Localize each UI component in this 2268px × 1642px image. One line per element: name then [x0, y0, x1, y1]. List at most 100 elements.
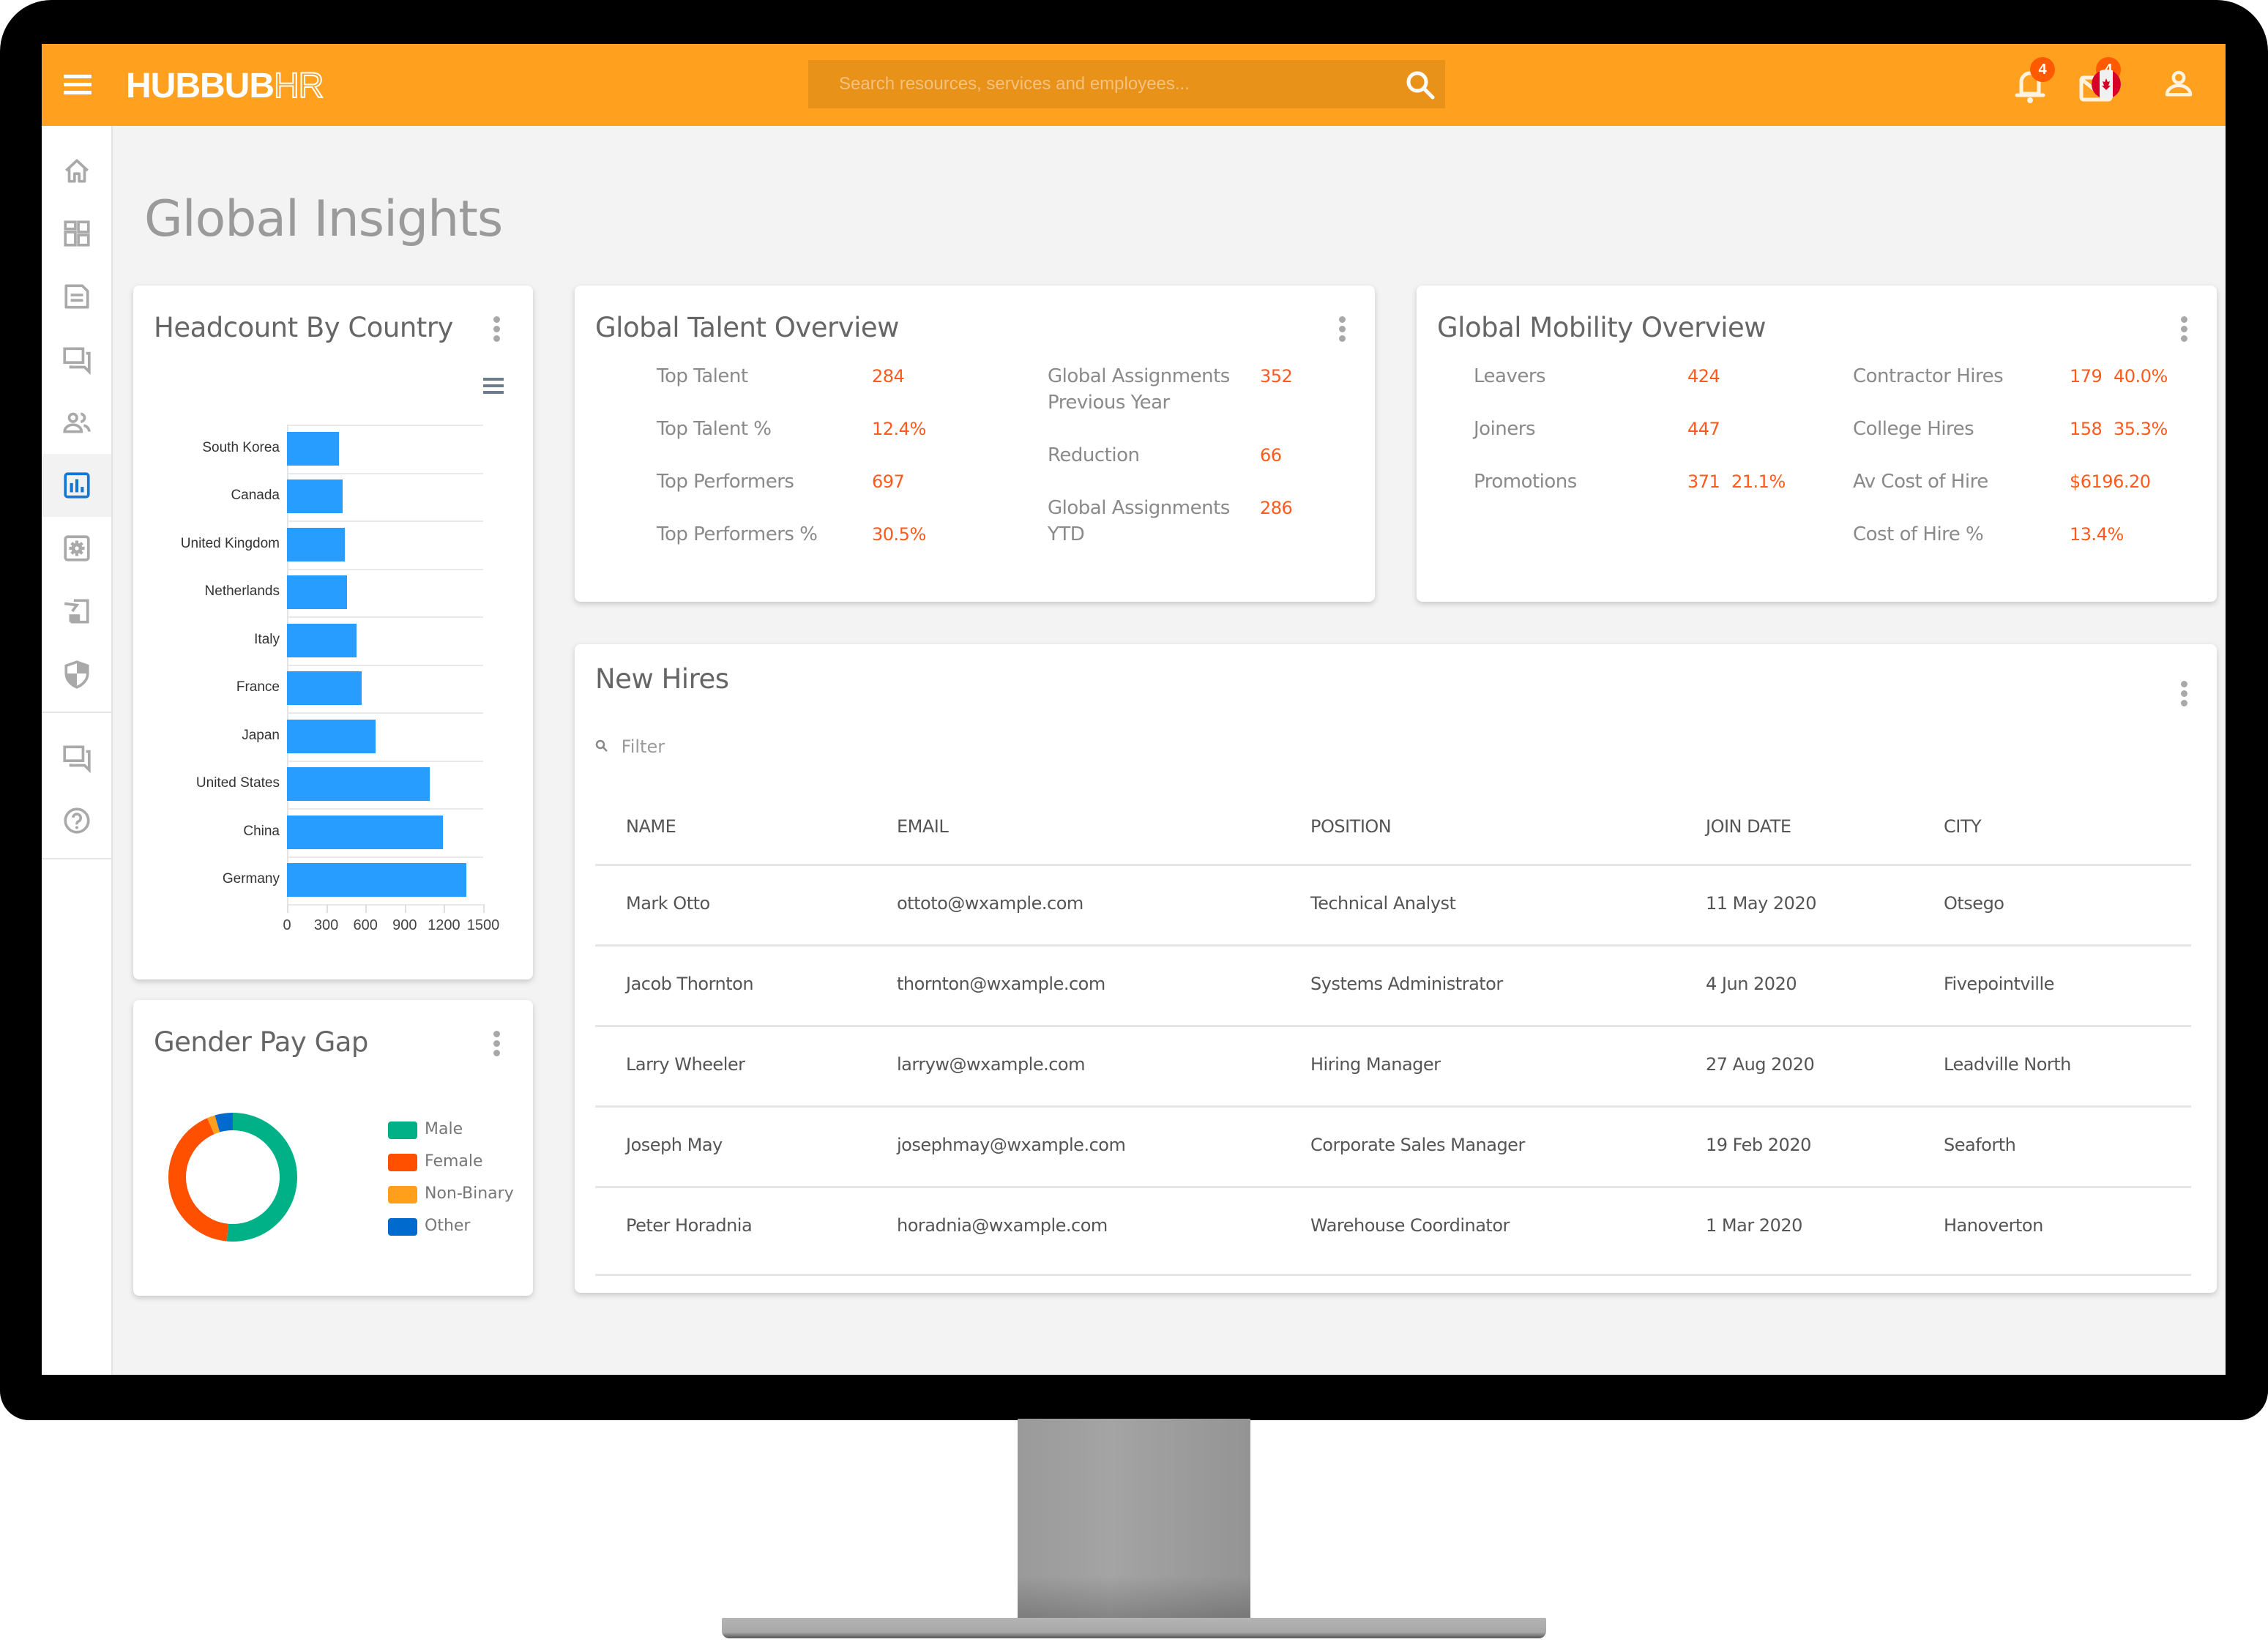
more-options-icon[interactable]	[1335, 316, 1349, 346]
chart-category-label: Italy	[254, 631, 280, 647]
column-header-city[interactable]: CITY	[1944, 816, 1982, 837]
cell-name: Peter Horadnia	[626, 1215, 753, 1236]
chart-bar[interactable]	[287, 431, 340, 466]
metric-value: 352	[1260, 366, 1293, 387]
chat-icon	[62, 347, 91, 375]
brand-suffix: HR	[273, 66, 324, 106]
canada-flag-icon[interactable]	[2092, 70, 2121, 99]
chart-category-label: Japan	[242, 727, 280, 743]
legend-label[interactable]: Male	[425, 1120, 463, 1138]
sidebar-item-training[interactable]	[42, 580, 111, 643]
chart-x-tick-label: 300	[313, 917, 339, 933]
chart-bar[interactable]	[287, 719, 376, 753]
chart-category-label: South Korea	[202, 439, 280, 455]
table-row[interactable]: Joseph May josephmay@wxample.com Corporate…	[595, 1105, 2191, 1188]
metric-value: 13.4%	[2070, 524, 2124, 545]
chart-gridline	[287, 712, 483, 714]
chart-bar[interactable]	[287, 671, 362, 706]
cell-join-date: 11 May 2020	[1706, 893, 1817, 914]
sidebar-item-messages[interactable]	[42, 328, 111, 391]
legend-swatch[interactable]	[388, 1154, 417, 1171]
page-title: Global Insights	[144, 190, 503, 248]
legend-swatch[interactable]	[388, 1122, 417, 1139]
legend-swatch[interactable]	[388, 1218, 417, 1236]
legend-swatch[interactable]	[388, 1186, 417, 1203]
settings-box-icon	[63, 535, 90, 561]
sidebar-item-help[interactable]	[42, 789, 111, 852]
chart-x-tick-label: 900	[392, 917, 417, 933]
cell-email: larryw@wxample.com	[897, 1054, 1086, 1075]
search-input[interactable]	[808, 60, 1410, 108]
chart-bar[interactable]	[287, 767, 430, 802]
cell-city: Otsego	[1944, 893, 2004, 914]
column-header-email[interactable]: EMAIL	[897, 816, 949, 837]
more-options-icon[interactable]	[2176, 316, 2191, 346]
metric-label-line2: Previous Year	[1048, 392, 1170, 414]
card-title: Global Mobility Overview	[1437, 312, 1767, 343]
donut-slice-female[interactable]	[168, 1118, 228, 1242]
legend-label[interactable]: Other	[425, 1217, 470, 1235]
sidebar-item-feedback[interactable]	[42, 726, 111, 789]
sidebar-item-settings[interactable]	[42, 517, 111, 580]
document-icon	[64, 284, 89, 309]
sidebar-item-home[interactable]	[42, 139, 111, 202]
chart-x-tick-label: 1500	[466, 917, 500, 933]
monitor-stand-neck	[1018, 1419, 1250, 1619]
filter-search-icon	[595, 739, 608, 752]
legend-label[interactable]: Non-Binary	[425, 1184, 514, 1203]
chart-bar[interactable]	[287, 479, 343, 514]
metric-label: Leavers	[1474, 365, 1546, 387]
metric-value: 286	[1260, 498, 1293, 518]
column-header-position[interactable]: POSITION	[1310, 816, 1392, 837]
card-title: New Hires	[595, 663, 729, 695]
sidebar-item-dashboard[interactable]	[42, 202, 111, 265]
chart-bar[interactable]	[287, 863, 466, 897]
metric-value: 284	[872, 366, 905, 387]
metric-value: 424	[1687, 366, 1720, 387]
headcount-bar-chart: South Korea Canada United Kingdom Netherlan…	[133, 286, 533, 979]
chart-x-tick	[287, 904, 288, 913]
chart-x-tick	[404, 904, 406, 913]
legend-label[interactable]: Female	[425, 1152, 483, 1171]
cell-position: Hiring Manager	[1310, 1054, 1441, 1075]
table-row[interactable]: Jacob Thornton thornton@wxample.com System…	[595, 944, 2191, 1027]
column-header-name[interactable]: NAME	[626, 816, 676, 837]
cell-position: Warehouse Coordinator	[1310, 1215, 1510, 1236]
metric-label: Cost of Hire %	[1853, 523, 1984, 545]
chart-bar[interactable]	[287, 527, 345, 561]
chart-category-label: United States	[195, 775, 280, 791]
filter-input[interactable]	[619, 736, 916, 758]
table-row[interactable]: Larry Wheeler larryw@wxample.com Hiring Ma…	[595, 1025, 2191, 1108]
donut-slice-male[interactable]	[226, 1113, 297, 1242]
more-options-icon[interactable]	[2176, 681, 2191, 710]
analytics-icon	[63, 472, 90, 499]
home-icon	[64, 159, 89, 183]
chart-bar[interactable]	[287, 623, 357, 657]
sidebar-item-documents[interactable]	[42, 265, 111, 328]
search-icon[interactable]	[1404, 69, 1436, 101]
metric-value: 179	[2070, 366, 2103, 387]
chart-category-label: United Kingdom	[180, 535, 280, 551]
chart-category-label: France	[236, 679, 280, 695]
sidebar-item-people[interactable]	[42, 391, 111, 454]
chart-gridline	[287, 425, 483, 426]
chart-gridline	[287, 568, 483, 570]
chart-bar[interactable]	[287, 575, 348, 610]
table-row[interactable]: Peter Horadnia horadnia@wxample.com Wareho…	[595, 1186, 2191, 1269]
column-header-join-date[interactable]: JOIN DATE	[1706, 816, 1791, 837]
cell-city: Leadville North	[1944, 1054, 2071, 1075]
sidebar-item-security[interactable]	[42, 643, 111, 706]
cell-join-date: 1 Mar 2020	[1706, 1215, 1802, 1236]
global-mobility-overview-card: Global Mobility Overview Leavers 424 Joi…	[1417, 286, 2217, 602]
table-row[interactable]: Mark Otto ottoto@wxample.com Technical Ana…	[595, 864, 2191, 947]
brand-logo[interactable]: HUBBUBHR	[126, 66, 324, 106]
sidebar-item-insights[interactable]	[42, 454, 111, 517]
chart-gridline	[287, 616, 483, 618]
cell-city: Fivepointville	[1944, 974, 2054, 994]
user-profile-button[interactable]	[2160, 66, 2201, 110]
user-icon	[2165, 70, 2193, 97]
hamburger-menu-icon[interactable]	[64, 75, 92, 95]
metric-percent: 40.0%	[2114, 366, 2168, 387]
notifications-button[interactable]: 4	[2010, 57, 2055, 107]
chart-bar[interactable]	[287, 815, 443, 849]
